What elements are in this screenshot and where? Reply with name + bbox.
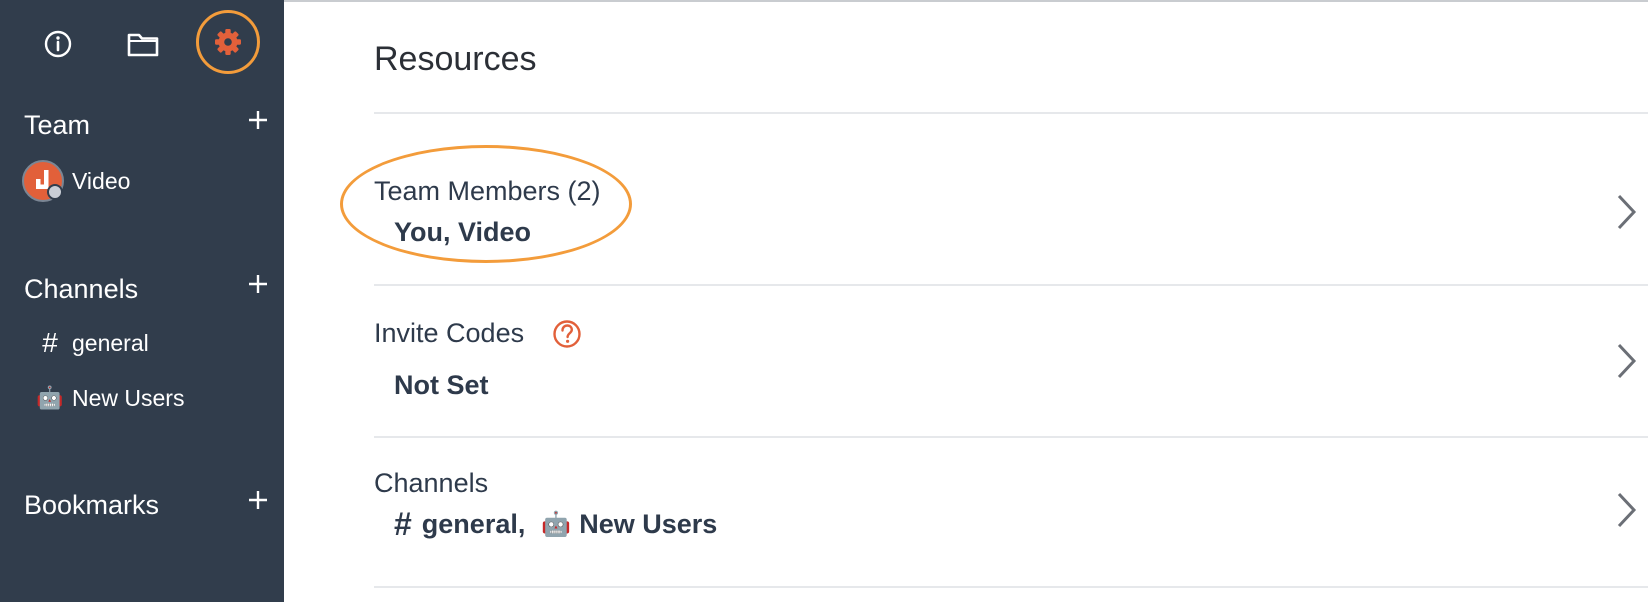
robot-icon: 🤖 xyxy=(541,511,572,538)
team-item-label: Video xyxy=(72,167,131,194)
channel-label: general xyxy=(72,329,149,356)
channel-value: New Users xyxy=(579,509,718,539)
channels-section-header: Channels xyxy=(24,274,274,310)
channels-value-list: # general, 🤖 New Users xyxy=(394,506,717,543)
divider xyxy=(374,586,1648,588)
invite-codes-title: Invite Codes xyxy=(374,318,525,348)
status-indicator xyxy=(47,184,63,200)
chevron-right-icon xyxy=(1617,343,1637,379)
hash-icon: # xyxy=(42,327,58,358)
hash-icon: # xyxy=(394,506,412,542)
invite-codes-value: Not Set xyxy=(394,370,489,400)
bookmarks-section-header: Bookmarks xyxy=(24,490,274,526)
invite-codes-row[interactable]: Invite Codes Not Set xyxy=(374,286,1648,436)
chevron-right-icon xyxy=(1617,194,1637,230)
team-members-value: You, Video xyxy=(394,217,532,247)
folder-icon[interactable] xyxy=(115,16,171,72)
help-icon[interactable] xyxy=(552,319,582,349)
channels-title: Channels xyxy=(374,468,489,498)
sidebar-item-new-users[interactable]: 🤖 New Users xyxy=(36,382,184,414)
app-window: Team Video Channels # general 🤖 New User… xyxy=(0,0,1648,602)
channel-value: general, xyxy=(421,509,526,539)
team-section-label: Team xyxy=(24,110,91,140)
info-icon[interactable] xyxy=(30,16,86,72)
bookmarks-section-label: Bookmarks xyxy=(24,490,160,520)
avatar xyxy=(22,160,64,202)
page-title: Resources xyxy=(374,40,537,78)
team-section-header: Team xyxy=(24,110,274,146)
sidebar-item-general[interactable]: # general xyxy=(36,327,149,359)
add-channel-icon[interactable] xyxy=(242,268,274,300)
sidebar-top-icons xyxy=(0,0,284,90)
gear-icon[interactable] xyxy=(196,10,260,74)
channels-section-label: Channels xyxy=(24,274,139,304)
robot-icon: 🤖 xyxy=(36,385,64,410)
team-item-video[interactable]: Video xyxy=(22,158,130,204)
add-team-icon[interactable] xyxy=(242,104,274,136)
channels-row[interactable]: Channels # general, 🤖 New Users xyxy=(374,438,1648,586)
add-bookmark-icon[interactable] xyxy=(242,484,274,516)
channel-label: New Users xyxy=(72,384,185,411)
sidebar: Team Video Channels # general 🤖 New User… xyxy=(0,0,284,602)
team-members-title: Team Members (2) xyxy=(374,176,601,206)
chevron-right-icon xyxy=(1617,492,1637,528)
team-members-row[interactable]: Team Members (2) You, Video xyxy=(374,114,1648,284)
main-panel: Resources Team Members (2) You, Video In… xyxy=(284,0,1648,602)
